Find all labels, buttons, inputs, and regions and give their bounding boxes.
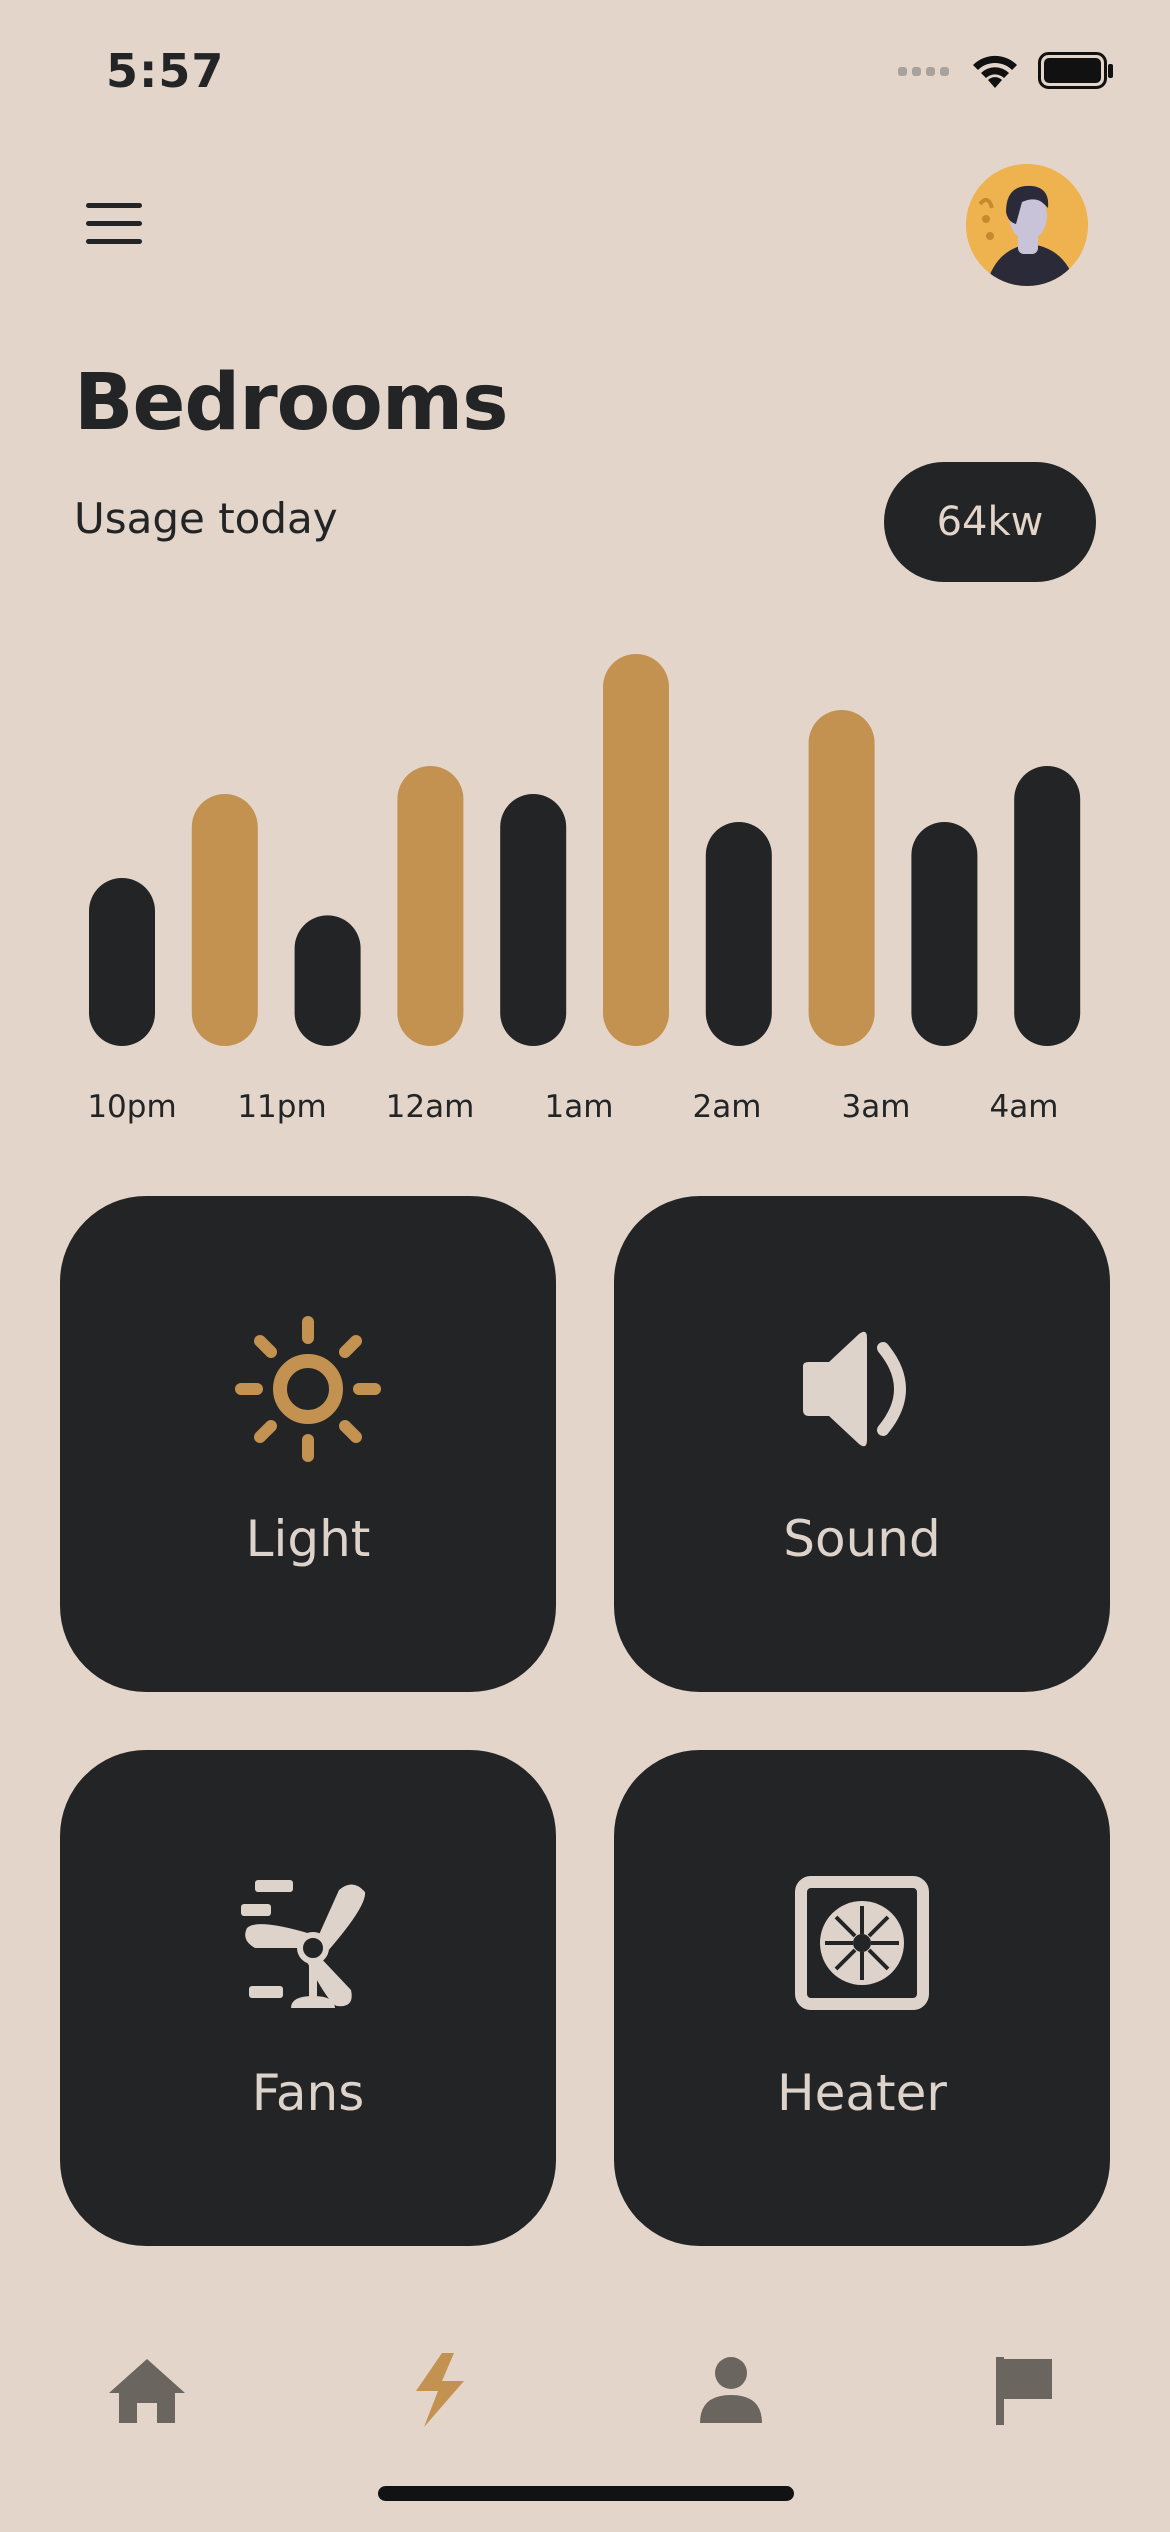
menu-button[interactable]: [86, 203, 142, 245]
light-label: Light: [245, 1510, 371, 1568]
lightning-icon: [416, 2353, 464, 2427]
x-tick-label: 1am: [545, 1089, 614, 1125]
chart-bar: [89, 878, 155, 1046]
signal-icon: [898, 67, 949, 76]
x-tick-label: 10pm: [87, 1089, 176, 1125]
hamburger-line: [86, 239, 142, 244]
page-title: Bedrooms: [74, 358, 509, 448]
fan-icon: [241, 1880, 366, 2008]
nav-flag[interactable]: [970, 2340, 1080, 2440]
usage-chart: 10pm 11pm 12am 1am 2am 3am 4am: [87, 654, 1081, 1125]
fans-label: Fans: [251, 2064, 365, 2122]
chart-bar: [397, 766, 464, 1046]
chart-bar: [1014, 766, 1081, 1046]
heater-label: Heater: [777, 2064, 947, 2122]
sun-icon: [235, 1316, 381, 1462]
home-icon: [109, 2359, 185, 2423]
nav-home[interactable]: [92, 2340, 202, 2440]
x-tick-label: 2am: [693, 1089, 762, 1125]
home-indicator[interactable]: [378, 2486, 794, 2501]
sound-tile[interactable]: Sound: [614, 1196, 1110, 1692]
hamburger-line: [86, 221, 142, 226]
status-time: 5:57: [106, 44, 225, 98]
flag-icon: [996, 2357, 1052, 2425]
battery-icon: [1038, 52, 1113, 89]
chart-bar: [500, 794, 567, 1046]
chart-bar: [705, 822, 772, 1046]
chart-bar: [191, 794, 258, 1046]
hamburger-icon: [86, 203, 142, 208]
nav-energy[interactable]: [384, 2340, 494, 2440]
chart-bar: [808, 710, 875, 1046]
heater-tile[interactable]: Heater: [614, 1750, 1110, 2246]
avatar[interactable]: [966, 164, 1088, 286]
x-tick-label: 4am: [990, 1089, 1059, 1125]
nav-profile[interactable]: [676, 2340, 786, 2440]
wifi-icon: [973, 55, 1017, 88]
x-tick-label: 11pm: [237, 1089, 326, 1125]
chart-bar: [911, 822, 978, 1046]
sound-label: Sound: [783, 1510, 941, 1568]
x-tick-label: 3am: [842, 1089, 911, 1125]
person-icon: [700, 2357, 762, 2423]
fans-tile[interactable]: Fans: [60, 1750, 556, 2246]
x-tick-label: 12am: [386, 1089, 475, 1125]
avatar-illustration: [966, 164, 1088, 286]
light-tile[interactable]: Light: [60, 1196, 556, 1692]
status-icons: [898, 52, 1114, 90]
usage-badge[interactable]: 64kw: [884, 462, 1096, 582]
speaker-icon: [803, 1331, 906, 1447]
chart-bar: [603, 654, 669, 1046]
chart-bar: [294, 915, 361, 1046]
heater-icon: [795, 1876, 929, 2010]
usage-label: Usage today: [74, 494, 338, 543]
